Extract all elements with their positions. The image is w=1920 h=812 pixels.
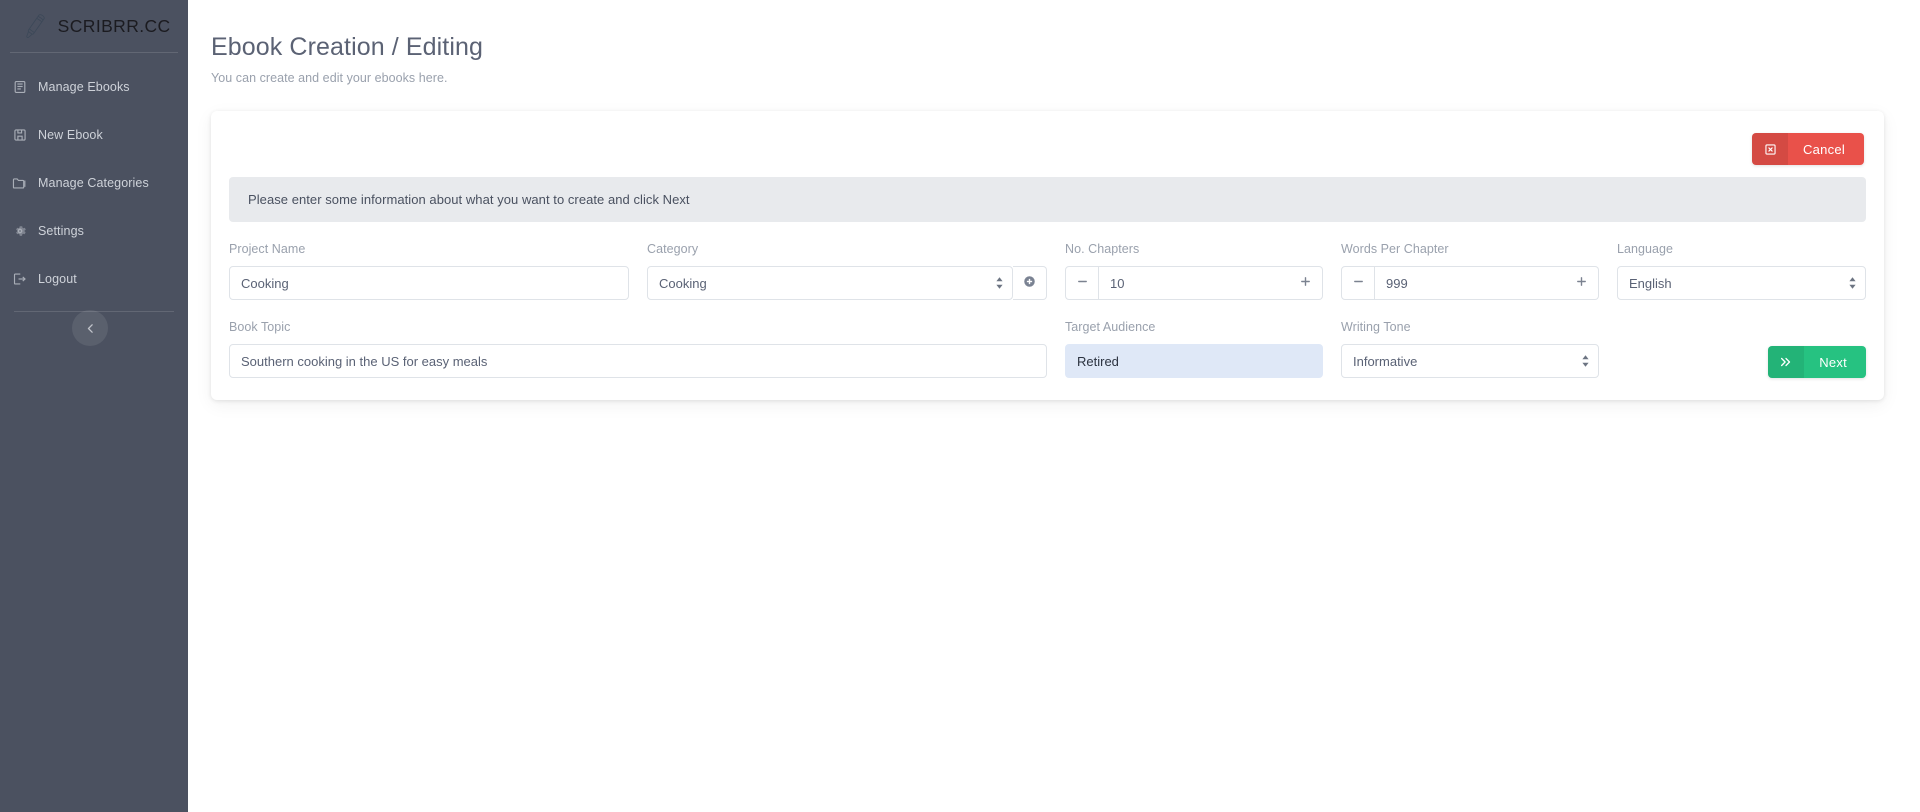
plus-icon (1299, 275, 1312, 292)
main-content: Ebook Creation / Editing You can create … (188, 0, 1920, 812)
brand-logo-area[interactable]: 🖍 SCRIBRR.CC (0, 0, 188, 52)
folder-icon (12, 176, 27, 191)
gear-icon (12, 224, 27, 239)
project-name-label: Project Name (229, 242, 306, 256)
no-chapters-increment-button[interactable] (1289, 266, 1323, 300)
sidebar-item-label: Manage Categories (38, 176, 149, 190)
no-chapters-stepper (1065, 266, 1323, 300)
writing-tone-select[interactable]: Informative (1341, 344, 1599, 378)
chevron-left-icon (84, 322, 97, 335)
next-button-label: Next (1819, 354, 1847, 370)
words-per-chapter-stepper (1341, 266, 1599, 300)
cancel-button[interactable]: Cancel (1752, 133, 1864, 165)
language-label: Language (1617, 242, 1674, 256)
category-select[interactable]: Cooking (647, 266, 1013, 300)
sidebar-item-manage-ebooks[interactable]: Manage Ebooks (0, 63, 188, 111)
language-select[interactable]: English (1617, 266, 1866, 300)
sidebar-divider-top (10, 52, 178, 53)
no-chapters-label: No. Chapters (1065, 242, 1140, 256)
language-select-wrap: English (1617, 266, 1866, 300)
info-banner: Please enter some information about what… (229, 177, 1866, 222)
pencil-icon: 🖍 (20, 12, 51, 40)
target-audience-input[interactable] (1065, 344, 1323, 378)
new-book-icon (12, 128, 27, 143)
sidebar: 🖍 SCRIBRR.CC Manage Ebooks New Ebook Man… (0, 0, 188, 812)
logout-icon (12, 272, 27, 287)
sidebar-item-label: Manage Ebooks (38, 80, 130, 94)
words-per-chapter-decrement-button[interactable] (1341, 266, 1375, 300)
ebook-form-card: Cancel Please enter some information abo… (211, 111, 1884, 400)
form-row-2: Book Topic Target Audience Writing Tone … (229, 320, 1866, 378)
writing-tone-select-wrap: Informative (1341, 344, 1599, 378)
sidebar-item-label: Logout (38, 272, 77, 286)
sidebar-item-label: New Ebook (38, 128, 103, 142)
category-select-wrap: Cooking (647, 266, 1013, 300)
target-audience-label: Target Audience (1065, 320, 1156, 334)
next-button[interactable]: Next (1768, 346, 1866, 378)
form-actions: Next (1617, 320, 1866, 378)
words-per-chapter-label: Words Per Chapter (1341, 242, 1449, 256)
book-topic-input[interactable] (229, 344, 1047, 378)
sidebar-collapse-button[interactable] (72, 310, 108, 346)
double-chevron-right-icon (1768, 346, 1805, 378)
close-box-icon (1752, 133, 1789, 165)
app-root: 🖍 SCRIBRR.CC Manage Ebooks New Ebook Man… (0, 0, 1920, 812)
category-input-group: Cooking (647, 266, 1047, 300)
page-subtitle: You can create and edit your ebooks here… (211, 71, 448, 85)
field-no-chapters: No. Chapters (1065, 242, 1323, 300)
category-label: Category (647, 242, 699, 256)
field-writing-tone: Writing Tone Informative (1341, 320, 1599, 378)
brand-name: SCRIBRR.CC (57, 15, 171, 36)
minus-icon (1076, 275, 1089, 292)
no-chapters-input[interactable] (1099, 266, 1289, 300)
writing-tone-label: Writing Tone (1341, 320, 1411, 334)
field-category: Category Cooking (647, 242, 1047, 300)
book-list-icon (12, 80, 27, 95)
cancel-button-label: Cancel (1803, 141, 1845, 157)
page-title: Ebook Creation / Editing (211, 33, 484, 61)
field-target-audience: Target Audience (1065, 320, 1323, 378)
sidebar-item-label: Settings (38, 224, 84, 238)
sidebar-nav: Manage Ebooks New Ebook Manage Categorie… (0, 57, 188, 303)
field-book-topic: Book Topic (229, 320, 1047, 378)
field-project-name: Project Name (229, 242, 629, 300)
card-toolbar: Cancel (229, 127, 1866, 171)
words-per-chapter-increment-button[interactable] (1565, 266, 1599, 300)
sidebar-item-logout[interactable]: Logout (0, 255, 188, 303)
book-topic-label: Book Topic (229, 320, 291, 334)
form-row-1: Project Name Category Cooking (229, 242, 1866, 300)
field-words-per-chapter: Words Per Chapter (1341, 242, 1599, 300)
project-name-input[interactable] (229, 266, 629, 300)
add-category-button[interactable] (1013, 266, 1047, 300)
field-language: Language English (1617, 242, 1866, 300)
no-chapters-decrement-button[interactable] (1065, 266, 1099, 300)
plus-icon (1575, 275, 1588, 292)
minus-icon (1352, 275, 1365, 292)
sidebar-item-settings[interactable]: Settings (0, 207, 188, 255)
sidebar-item-manage-categories[interactable]: Manage Categories (0, 159, 188, 207)
sidebar-item-new-ebook[interactable]: New Ebook (0, 111, 188, 159)
words-per-chapter-input[interactable] (1375, 266, 1565, 300)
plus-circle-icon (1022, 274, 1037, 292)
